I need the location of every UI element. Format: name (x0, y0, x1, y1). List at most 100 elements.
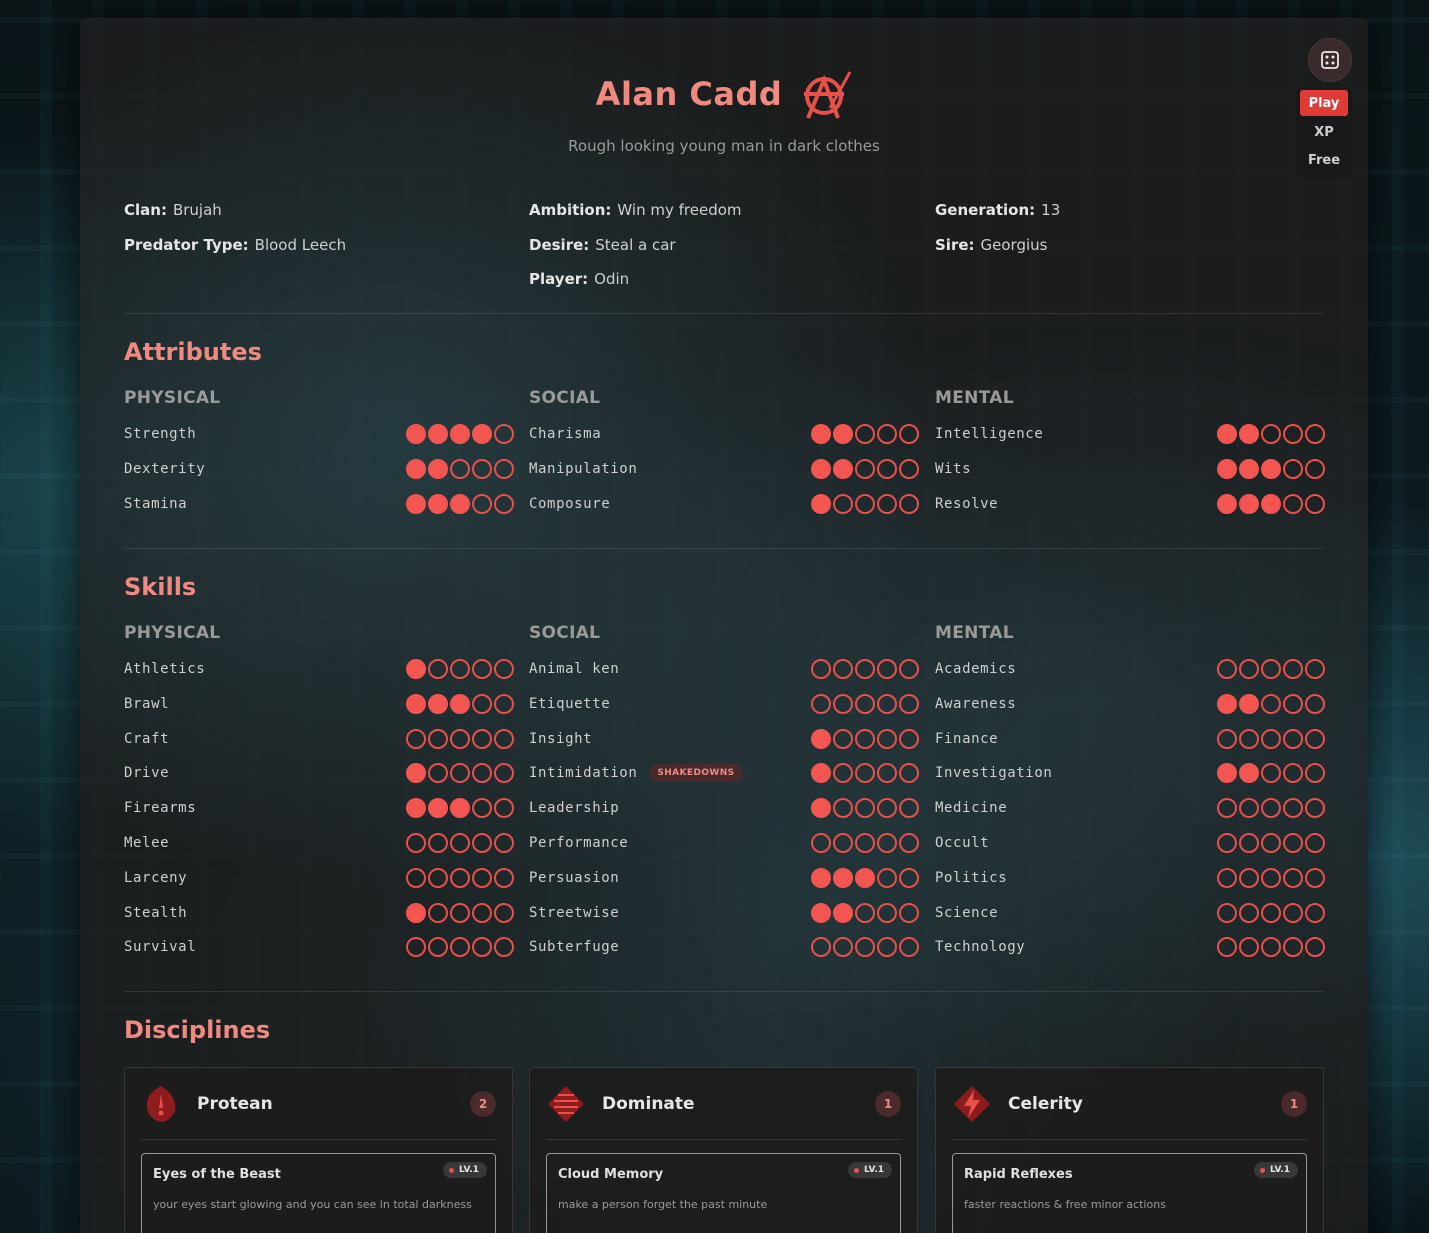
dot-filled[interactable] (1261, 494, 1281, 514)
dot-empty[interactable] (1261, 902, 1281, 923)
dot-empty[interactable] (1217, 798, 1237, 819)
dot-filled[interactable] (1239, 763, 1259, 784)
dot-empty[interactable] (877, 763, 897, 784)
dot-empty[interactable] (811, 937, 831, 958)
dot-empty[interactable] (855, 659, 875, 679)
dot-empty[interactable] (406, 728, 426, 749)
dot-empty[interactable] (450, 728, 470, 749)
dot-empty[interactable] (833, 693, 853, 714)
dot-empty[interactable] (428, 763, 448, 784)
dot-empty[interactable] (1217, 937, 1237, 958)
dot-empty[interactable] (450, 659, 470, 679)
dot-empty[interactable] (494, 867, 514, 888)
dot-filled[interactable] (811, 902, 831, 923)
dot-empty[interactable] (899, 902, 919, 923)
dot-empty[interactable] (472, 494, 492, 514)
dot-empty[interactable] (406, 833, 426, 853)
dot-empty[interactable] (1239, 659, 1259, 679)
dot-empty[interactable] (1239, 937, 1259, 958)
dot-empty[interactable] (450, 763, 470, 784)
dot-filled[interactable] (450, 424, 470, 444)
dot-filled[interactable] (406, 693, 426, 714)
dot-empty[interactable] (1261, 693, 1281, 714)
dot-empty[interactable] (472, 763, 492, 784)
dot-empty[interactable] (855, 798, 875, 819)
dot-filled[interactable] (428, 459, 448, 479)
dot-filled[interactable] (833, 424, 853, 444)
dot-empty[interactable] (1239, 902, 1259, 923)
dot-empty[interactable] (877, 659, 897, 679)
dot-filled[interactable] (1239, 494, 1259, 514)
dot-empty[interactable] (1283, 728, 1303, 749)
dot-empty[interactable] (472, 937, 492, 958)
dot-empty[interactable] (472, 659, 492, 679)
dot-empty[interactable] (899, 693, 919, 714)
dot-filled[interactable] (1217, 763, 1237, 784)
dot-empty[interactable] (1305, 763, 1325, 784)
dot-empty[interactable] (855, 833, 875, 853)
dot-empty[interactable] (494, 494, 514, 514)
dot-empty[interactable] (1261, 424, 1281, 444)
dot-empty[interactable] (899, 867, 919, 888)
dot-filled[interactable] (406, 902, 426, 923)
dot-empty[interactable] (899, 659, 919, 679)
dot-empty[interactable] (833, 937, 853, 958)
dot-empty[interactable] (1261, 728, 1281, 749)
dot-empty[interactable] (450, 459, 470, 479)
dot-empty[interactable] (472, 693, 492, 714)
dot-empty[interactable] (855, 459, 875, 479)
dot-empty[interactable] (1217, 867, 1237, 888)
dot-empty[interactable] (1261, 798, 1281, 819)
dot-empty[interactable] (494, 659, 514, 679)
dot-filled[interactable] (1217, 424, 1237, 444)
dot-empty[interactable] (1261, 659, 1281, 679)
dot-filled[interactable] (855, 867, 875, 888)
mode-play-button[interactable]: Play (1300, 90, 1348, 116)
dot-empty[interactable] (1239, 833, 1259, 853)
dot-empty[interactable] (428, 833, 448, 853)
roll-dice-button[interactable] (1308, 38, 1352, 82)
dot-empty[interactable] (1217, 728, 1237, 749)
dot-empty[interactable] (450, 902, 470, 923)
dot-empty[interactable] (855, 763, 875, 784)
dot-filled[interactable] (833, 902, 853, 923)
dot-empty[interactable] (899, 833, 919, 853)
dot-filled[interactable] (406, 763, 426, 784)
dot-empty[interactable] (833, 494, 853, 514)
dot-empty[interactable] (472, 459, 492, 479)
dot-empty[interactable] (833, 728, 853, 749)
dot-empty[interactable] (472, 798, 492, 819)
dot-empty[interactable] (472, 728, 492, 749)
dot-empty[interactable] (494, 798, 514, 819)
dot-filled[interactable] (811, 763, 831, 784)
dot-empty[interactable] (1217, 833, 1237, 853)
dot-empty[interactable] (1283, 798, 1303, 819)
dot-filled[interactable] (406, 424, 426, 444)
dot-empty[interactable] (1217, 902, 1237, 923)
dot-empty[interactable] (494, 459, 514, 479)
dot-empty[interactable] (494, 424, 514, 444)
dot-empty[interactable] (833, 659, 853, 679)
dot-empty[interactable] (811, 833, 831, 853)
dot-empty[interactable] (1283, 763, 1303, 784)
dot-empty[interactable] (494, 833, 514, 853)
dot-empty[interactable] (494, 902, 514, 923)
dot-empty[interactable] (1283, 693, 1303, 714)
dot-empty[interactable] (811, 659, 831, 679)
dot-empty[interactable] (1283, 902, 1303, 923)
dot-filled[interactable] (406, 459, 426, 479)
dot-empty[interactable] (1305, 867, 1325, 888)
dot-empty[interactable] (1305, 459, 1325, 479)
dot-empty[interactable] (1283, 494, 1303, 514)
dot-empty[interactable] (472, 902, 492, 923)
dot-filled[interactable] (833, 459, 853, 479)
dot-filled[interactable] (1239, 459, 1259, 479)
power-card[interactable]: Cloud Memory LV.1 make a person forget t… (546, 1153, 901, 1233)
dot-filled[interactable] (428, 798, 448, 819)
dot-filled[interactable] (450, 693, 470, 714)
dot-empty[interactable] (1305, 728, 1325, 749)
dot-empty[interactable] (855, 424, 875, 444)
dot-empty[interactable] (899, 763, 919, 784)
dot-filled[interactable] (428, 693, 448, 714)
mode-free-button[interactable]: Free (1296, 146, 1352, 174)
